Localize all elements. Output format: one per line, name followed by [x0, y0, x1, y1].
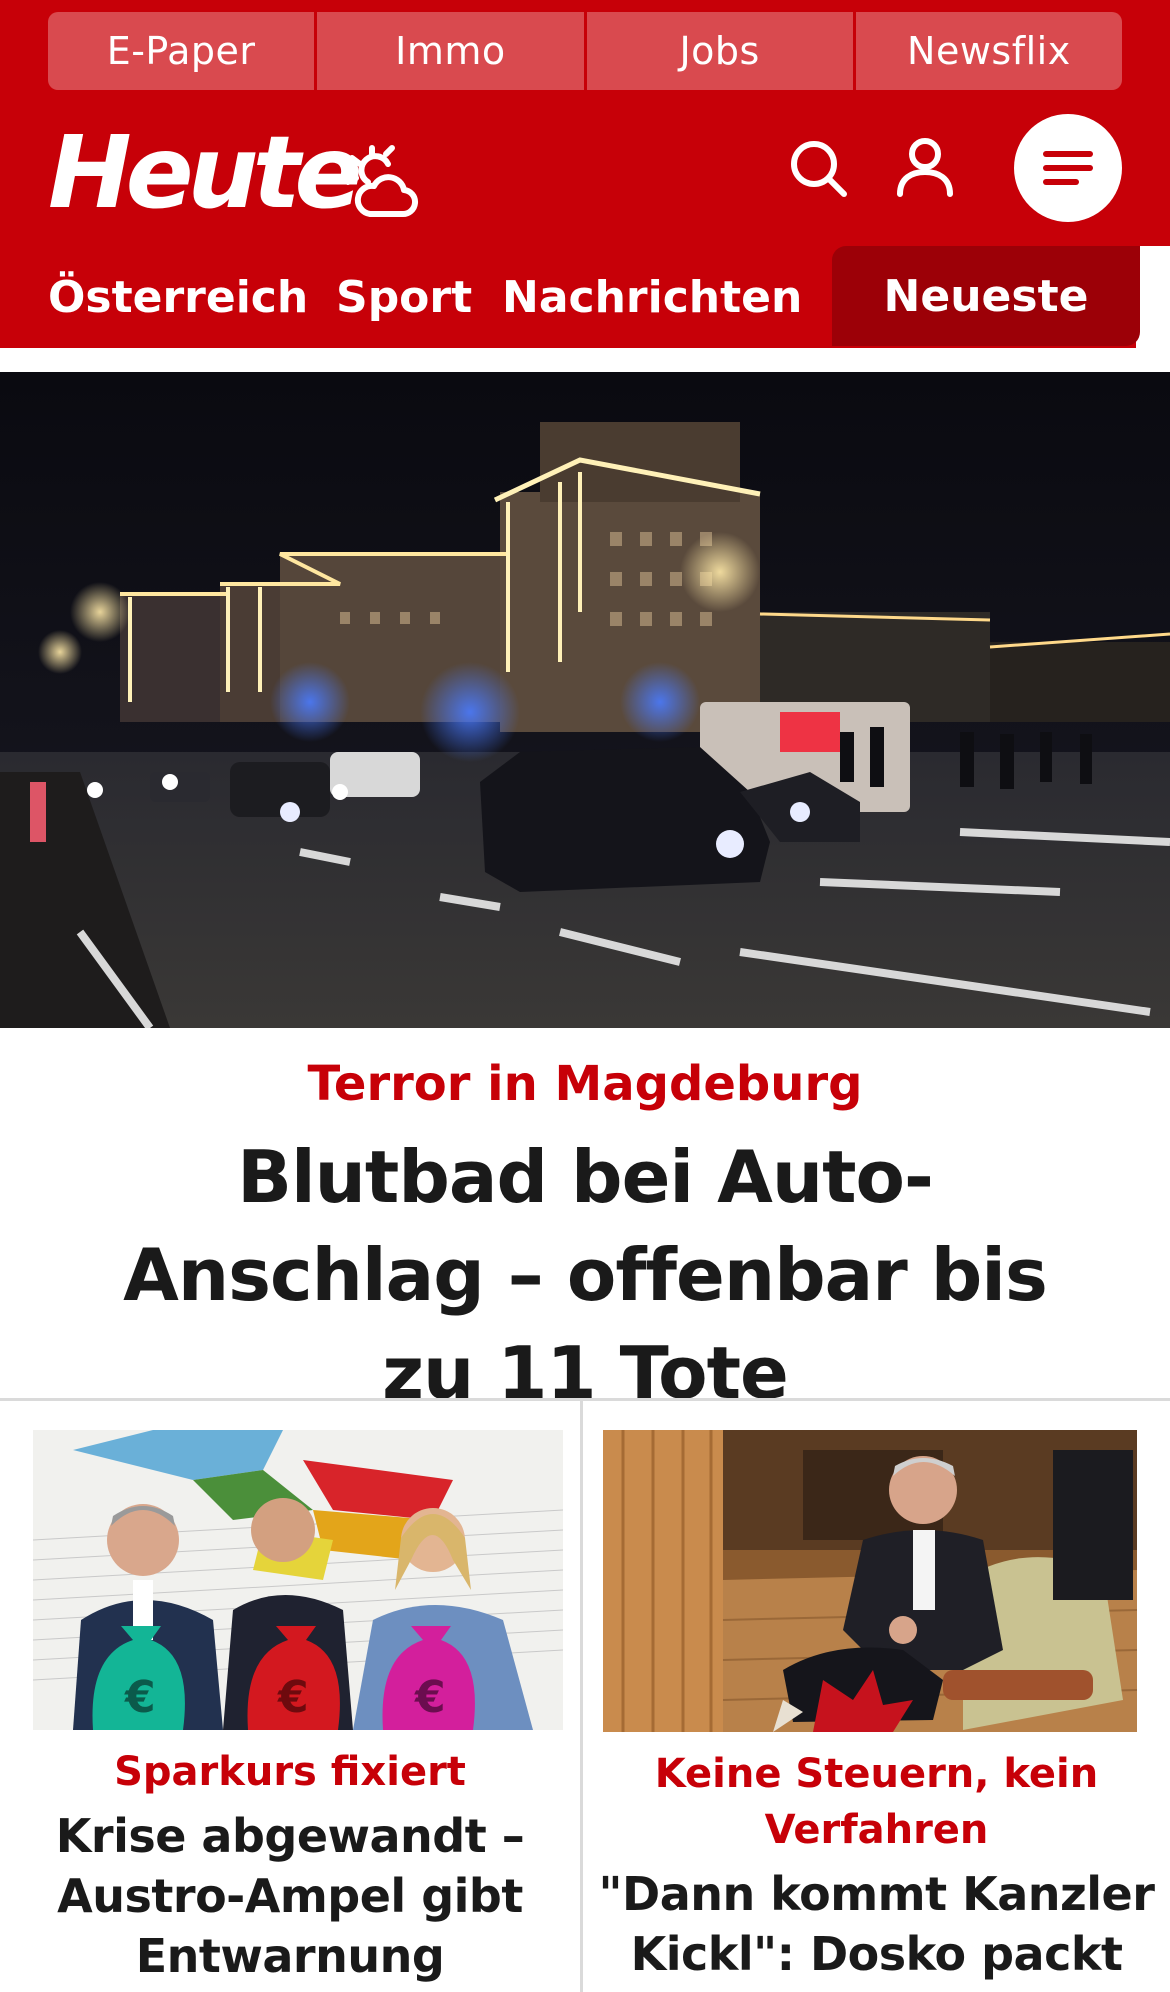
nav-item-neueste[interactable]: Neueste [832, 246, 1140, 346]
teaser-kicker[interactable]: Keine Steuern, kein Verfahren [583, 1746, 1170, 1858]
service-tab-jobs[interactable]: Jobs [586, 12, 853, 90]
menu-button[interactable] [1014, 114, 1122, 222]
site-header: E-Paper Immo Jobs Newsflix Heute Österre… [0, 0, 1170, 348]
teaser-image[interactable]: € € € [33, 1430, 563, 1730]
teaser-image[interactable] [603, 1430, 1137, 1732]
weather-icon[interactable] [342, 142, 422, 222]
hero-image[interactable] [0, 372, 1170, 1028]
nav-item-sport[interactable]: Sport [336, 268, 472, 328]
svg-text:€: € [277, 1672, 309, 1723]
search-icon[interactable] [786, 136, 852, 202]
teaser-headline[interactable]: Krise abgewandt – Austro-Ampel gibt Entw… [10, 1806, 570, 1986]
menu-icon [1043, 151, 1093, 185]
hero-headline[interactable]: Blutbad bei Auto-Anschlag – offenbar bis… [80, 1128, 1090, 1422]
svg-text:€: € [414, 1672, 446, 1723]
teaser-card[interactable]: € € € Sparkurs fixiert Krise abgewandt –… [0, 1400, 580, 1992]
service-bar: E-Paper Immo Jobs Newsflix [48, 12, 1122, 90]
main-nav: Österreich Sport Nachrichten Neueste [0, 246, 1170, 348]
service-tab-newsflix[interactable]: Newsflix [855, 12, 1122, 90]
service-tab-immo[interactable]: Immo [317, 12, 584, 90]
service-tab-epaper[interactable]: E-Paper [48, 12, 315, 90]
hero-kicker[interactable]: Terror in Magdeburg [0, 1054, 1170, 1114]
site-logo[interactable]: Heute [48, 118, 362, 228]
svg-text:€: € [124, 1672, 156, 1723]
teaser-kicker[interactable]: Sparkurs fixiert [0, 1744, 580, 1800]
teaser-card[interactable]: Keine Steuern, kein Verfahren "Dann komm… [583, 1400, 1170, 1992]
teaser-headline[interactable]: "Dann kommt Kanzler Kickl": Dosko packt [593, 1864, 1160, 1984]
user-icon[interactable] [892, 134, 958, 200]
nav-item-nachrichten[interactable]: Nachrichten [502, 268, 802, 328]
nav-item-oesterreich[interactable]: Österreich [48, 268, 308, 328]
